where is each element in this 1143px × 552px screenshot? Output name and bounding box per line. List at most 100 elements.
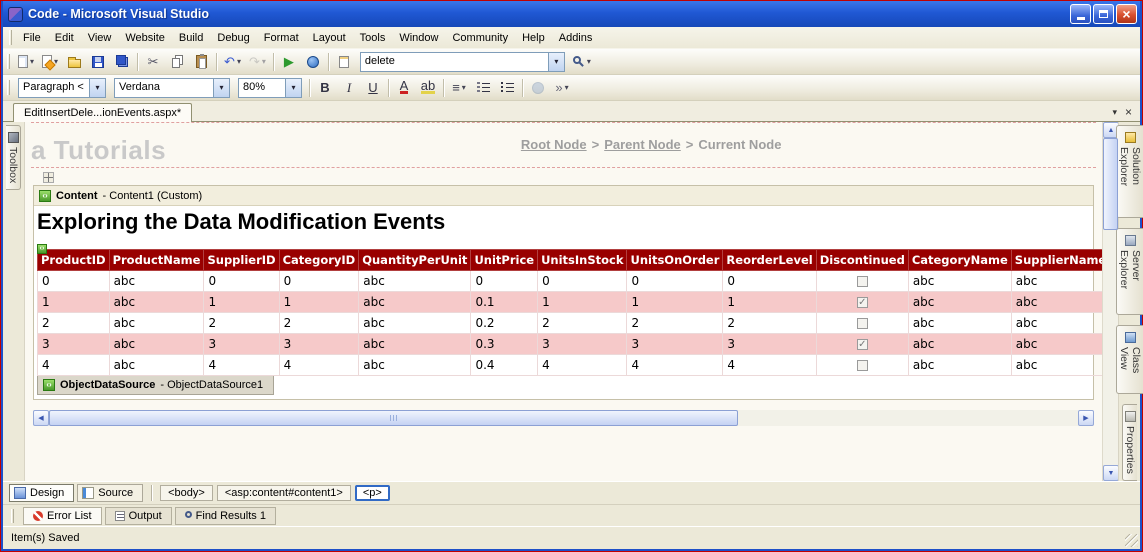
block-format-combobox[interactable]: Paragraph < ▾ — [18, 78, 106, 98]
vertical-scrollbar-thumb[interactable] — [1103, 138, 1118, 230]
formatting-toolbar-grip[interactable] — [7, 80, 10, 95]
save-all-button[interactable] — [111, 51, 133, 73]
scroll-right-icon[interactable]: ▶ — [1078, 410, 1094, 426]
zoom-value[interactable]: 80% — [239, 79, 285, 97]
format-toolbar-buttons: BIUAab ≡▾ »▾ — [313, 77, 574, 99]
file-list-dropdown-icon[interactable]: ▾ — [1112, 108, 1117, 117]
menu-item-format[interactable]: Format — [257, 28, 306, 48]
dock-tab-toolbox[interactable]: Toolbox — [6, 125, 21, 190]
standard-toolbar-grip[interactable] — [7, 54, 10, 69]
grid-cell: 2 — [538, 313, 627, 334]
menu-item-layout[interactable]: Layout — [306, 28, 353, 48]
hyperlink-button[interactable] — [527, 77, 549, 99]
redo-button[interactable]: ↷▾ — [246, 51, 269, 73]
browse-button[interactable] — [302, 51, 324, 73]
block-format-dropdown-icon[interactable]: ▾ — [89, 79, 105, 97]
design-surface[interactable]: a Tutorials Root Node>Parent Node>Curren… — [25, 122, 1102, 481]
dock-tab-properties[interactable]: Properties — [1122, 404, 1137, 481]
panel-tab-error-list[interactable]: Error List — [23, 507, 102, 525]
block-format-value[interactable]: Paragraph < — [19, 79, 89, 97]
menu-item-debug[interactable]: Debug — [210, 28, 256, 48]
menubar-grip[interactable] — [9, 30, 12, 45]
menu-item-build[interactable]: Build — [172, 28, 210, 48]
design-view-button[interactable]: Design — [9, 484, 74, 502]
master-page-banner: a Tutorials Root Node>Parent Node>Curren… — [31, 122, 1096, 168]
paneltabs-grip[interactable] — [11, 509, 14, 523]
panel-tab-output[interactable]: Output — [105, 507, 172, 525]
numbered-list-button[interactable] — [472, 77, 494, 99]
tag-button-body[interactable]: <body> — [160, 485, 213, 501]
resize-grip[interactable] — [1125, 534, 1138, 547]
source-view-button[interactable]: Source — [77, 484, 143, 502]
zoom-combobox[interactable]: 80% ▾ — [238, 78, 302, 98]
close-button[interactable]: × — [1116, 4, 1137, 24]
combobox-value[interactable]: delete — [361, 53, 548, 71]
menu-item-community[interactable]: Community — [445, 28, 515, 48]
align-button[interactable]: ≡▾ — [448, 77, 470, 99]
start-debug-button[interactable]: ▶ — [278, 51, 300, 73]
zoom-dropdown-icon[interactable]: ▾ — [285, 79, 301, 97]
breadcrumb-parent-link[interactable]: Parent Node — [604, 137, 681, 152]
menu-item-help[interactable]: Help — [515, 28, 552, 48]
undo-button[interactable]: ↶▾ — [221, 51, 244, 73]
objectdatasource-name: ObjectDataSource — [60, 379, 155, 391]
grid-cell: 3 — [723, 334, 816, 355]
menu-item-website[interactable]: Website — [118, 28, 172, 48]
breadcrumb-root-link[interactable]: Root Node — [521, 137, 587, 152]
horizontal-scrollbar-track[interactable] — [49, 410, 1078, 426]
font-color-button[interactable]: A — [393, 77, 415, 99]
find-in-files-button[interactable]: ▾ — [570, 51, 594, 73]
tool-document-button[interactable] — [333, 51, 355, 73]
objectdatasource-control[interactable]: ‹› ObjectDataSource - ObjectDataSource1 — [37, 376, 274, 395]
tag-button-p[interactable]: <p> — [355, 485, 390, 501]
dock-tab-class-view[interactable]: Class View — [1116, 325, 1143, 394]
cut-button[interactable]: ✂ — [142, 51, 164, 73]
add-item-button[interactable]: ▾ — [39, 51, 61, 73]
site-title: a Tutorials — [31, 135, 166, 166]
move-handle-icon[interactable] — [43, 172, 54, 183]
font-dropdown-icon[interactable]: ▾ — [213, 79, 229, 97]
horizontal-scrollbar[interactable]: ◀ ▶ — [33, 410, 1094, 426]
bold-button[interactable]: B — [314, 77, 336, 99]
scroll-left-icon[interactable]: ◀ — [33, 410, 49, 426]
bullet-list-button[interactable] — [496, 77, 518, 99]
save-button[interactable] — [87, 51, 109, 73]
maximize-button[interactable] — [1093, 4, 1114, 24]
vertical-scrollbar-track[interactable] — [1103, 138, 1118, 465]
panel-tab-find-results-1[interactable]: Find Results 1 — [175, 507, 276, 525]
gridview-control[interactable]: ‹› ProductIDProductNameSupplierIDCategor… — [37, 249, 1090, 376]
tag-button-asp-content-content1[interactable]: <asp:content#content1> — [217, 485, 351, 501]
toolbar-combobox[interactable]: delete ▾ — [360, 52, 565, 72]
scroll-down-icon[interactable]: ▼ — [1103, 465, 1119, 481]
new-file-button[interactable]: ▾ — [15, 51, 37, 73]
font-combobox[interactable]: Verdana ▾ — [114, 78, 230, 98]
font-value[interactable]: Verdana — [115, 79, 213, 97]
minimize-button[interactable] — [1070, 4, 1091, 24]
italic-button[interactable]: I — [338, 77, 360, 99]
open-file-button[interactable] — [63, 51, 85, 73]
panel-tab-label: Error List — [47, 510, 92, 522]
menu-item-window[interactable]: Window — [392, 28, 445, 48]
copy-button[interactable] — [166, 51, 188, 73]
close-document-icon[interactable]: × — [1125, 108, 1132, 117]
menu-item-edit[interactable]: Edit — [48, 28, 81, 48]
combobox-dropdown-icon[interactable]: ▾ — [548, 53, 564, 71]
document-tab[interactable]: EditInsertDele...ionEvents.aspx* — [13, 103, 192, 122]
menu-item-view[interactable]: View — [81, 28, 119, 48]
highlight-button[interactable]: ab — [417, 77, 439, 99]
underline-button[interactable]: U — [362, 77, 384, 99]
menu-item-tools[interactable]: Tools — [353, 28, 393, 48]
content-control-header[interactable]: ‹› Content - Content1 (Custom) — [34, 186, 1093, 206]
grid-cell — [816, 271, 908, 292]
paste-button[interactable] — [190, 51, 212, 73]
toolbar-overflow-button[interactable]: »▾ — [551, 77, 573, 99]
menu-item-file[interactable]: File — [16, 28, 48, 48]
horizontal-scrollbar-thumb[interactable] — [49, 410, 738, 426]
discontinued-checkbox — [857, 276, 868, 287]
find-in-files-icon — [573, 56, 581, 64]
dock-tab-server-explorer[interactable]: Server Explorer — [1116, 228, 1143, 315]
menu-item-addins[interactable]: Addins — [552, 28, 600, 48]
vertical-scrollbar[interactable]: ▲ ▼ — [1102, 122, 1118, 481]
title-bar[interactable]: Code - Microsoft Visual Studio × — [3, 1, 1140, 27]
dock-tab-solution-explorer[interactable]: Solution Explorer — [1116, 125, 1143, 218]
